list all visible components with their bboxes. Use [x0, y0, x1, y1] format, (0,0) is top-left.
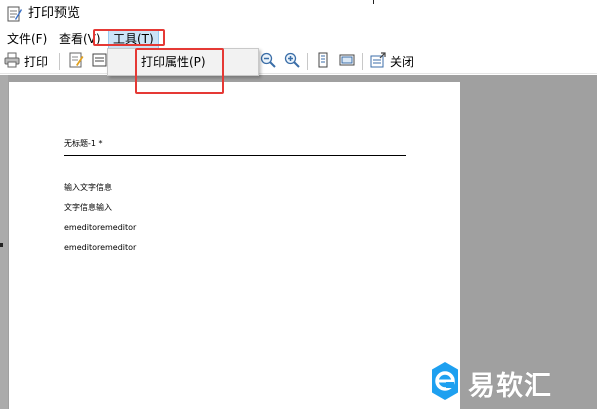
window-title: 打印预览 — [28, 6, 81, 21]
document-line: 输入文字信息 — [64, 183, 112, 192]
notepad-icon — [6, 5, 22, 22]
document-header: 无标题-1 * — [64, 139, 103, 148]
highlight-print-properties — [135, 48, 224, 94]
watermark-logo-icon — [430, 361, 460, 405]
toolbar-separator — [307, 53, 308, 70]
edge-marker — [0, 243, 3, 247]
two-page-button[interactable] — [339, 52, 355, 71]
zoom-out-button[interactable] — [260, 52, 276, 71]
zoom-in-icon — [284, 52, 300, 72]
print-button[interactable]: 打印 — [4, 52, 48, 71]
highlight-tools-menu — [93, 29, 165, 46]
zoom-in-button[interactable] — [284, 52, 300, 71]
close-preview-icon — [370, 51, 386, 72]
printer-icon — [4, 52, 20, 72]
document-line: emeditoremeditor — [64, 243, 137, 252]
title-bar: 打印预览 — [0, 0, 597, 28]
preview-left-margin — [0, 75, 8, 409]
toolbar-separator — [59, 53, 60, 70]
single-page-button[interactable] — [315, 52, 331, 71]
document-icon — [92, 52, 108, 72]
toolbar-separator — [362, 53, 363, 70]
close-label: 关闭 — [390, 54, 415, 69]
preview-page: 无标题-1 * 输入文字信息 文字信息输入 emeditoremeditor e… — [9, 82, 460, 409]
document-line: 文字信息输入 — [64, 203, 112, 212]
header-rule — [64, 155, 406, 156]
watermark-text: 易软汇 — [468, 370, 552, 402]
menu-bar: 文件(F) 查看(V) 工具(T) — [0, 29, 597, 49]
menu-file[interactable]: 文件(F) — [7, 31, 47, 47]
zoom-out-icon — [260, 52, 276, 72]
toolbar: 打印 关闭 — [0, 49, 597, 74]
watermark: 易软汇 — [430, 362, 595, 404]
print-label: 打印 — [24, 54, 49, 69]
single-page-icon — [315, 52, 331, 72]
format-button[interactable] — [92, 52, 108, 71]
title-divider — [373, 0, 374, 4]
page-setup-button[interactable] — [68, 52, 84, 71]
multi-page-icon — [339, 52, 355, 72]
close-button[interactable]: 关闭 — [370, 51, 415, 72]
document-line: emeditoremeditor — [64, 223, 137, 232]
edit-page-icon — [68, 52, 84, 72]
